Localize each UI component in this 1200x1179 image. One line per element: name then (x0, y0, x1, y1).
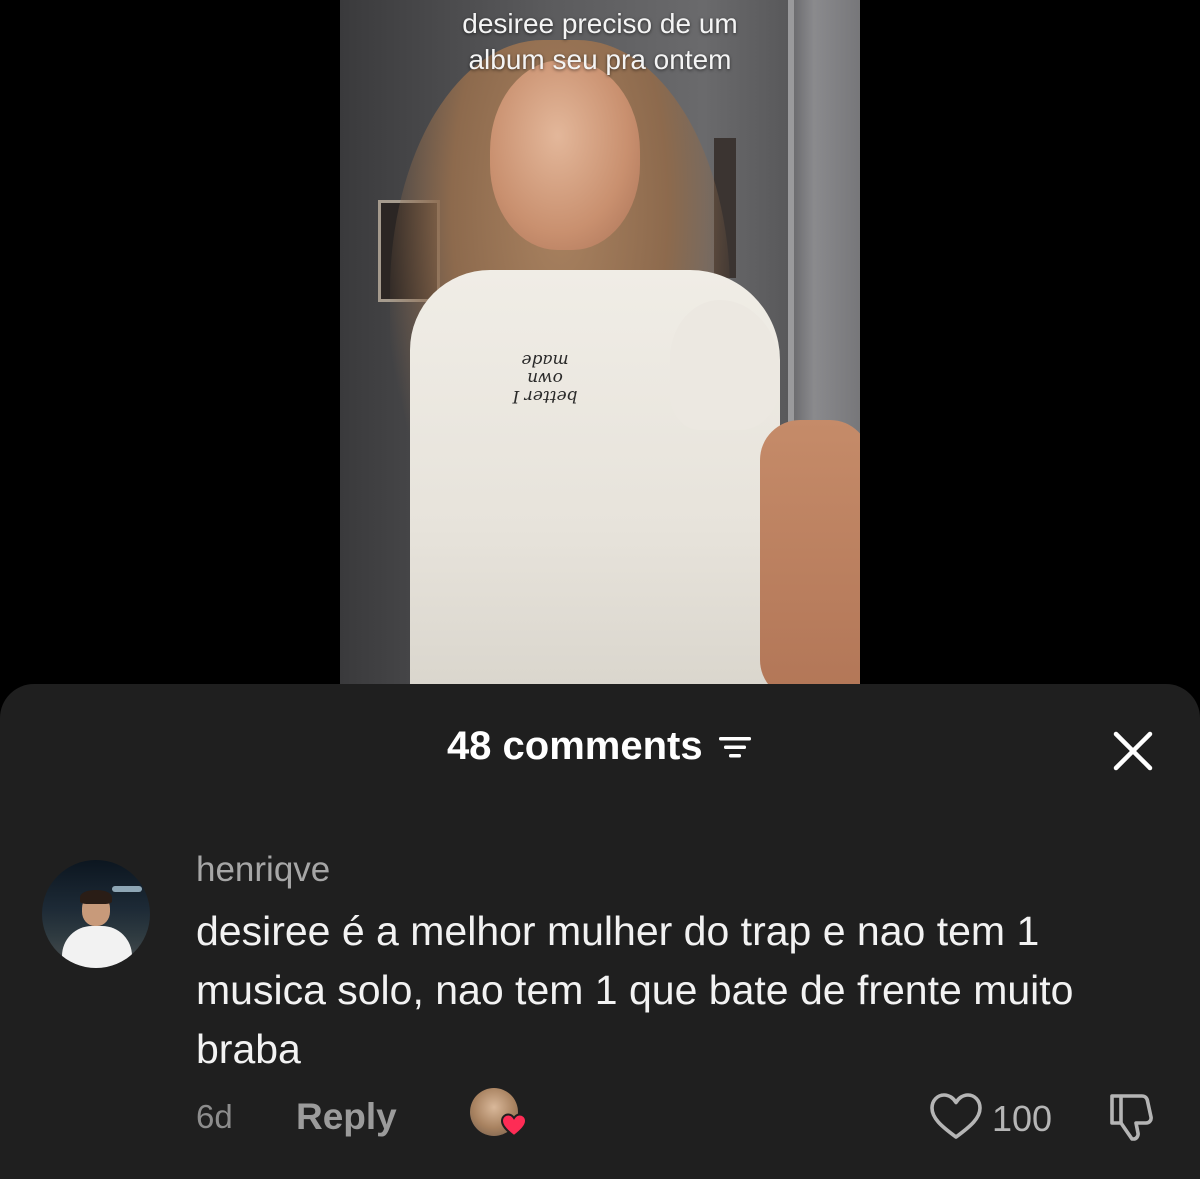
comment-actions: 6d Reply 100 (0, 1088, 1200, 1156)
comments-count-wrap[interactable]: 48 comments (0, 724, 1200, 769)
heart-icon (500, 1113, 528, 1138)
close-icon[interactable] (1110, 728, 1156, 774)
avatar-background-lights (112, 886, 142, 892)
person-face (490, 60, 640, 250)
liked-by-creator-badge (470, 1088, 528, 1142)
avatar-person-body (62, 926, 132, 968)
like-heart-icon[interactable] (928, 1090, 984, 1142)
comments-sheet: 48 comments henriqve desiree é a melhor … (0, 684, 1200, 1179)
avatar-person-hair (80, 890, 112, 904)
comment-text: desiree é a melhor mulher do trap e nao … (196, 908, 1074, 1072)
video-caption: desiree preciso de um album seu pra onte… (340, 6, 860, 78)
video-caption-line-2: album seu pra ontem (468, 44, 732, 75)
reply-button[interactable]: Reply (296, 1096, 397, 1138)
video-player[interactable]: better I own made (340, 0, 860, 700)
like-count: 100 (992, 1098, 1053, 1139)
person-arm (760, 420, 860, 700)
comment-username[interactable]: henriqve (196, 850, 330, 890)
comment-age: 6d (196, 1098, 233, 1135)
sort-filter-icon[interactable] (717, 733, 753, 761)
avatar[interactable] (42, 860, 150, 968)
video-caption-line-1: desiree preciso de um (462, 8, 738, 39)
comments-header: 48 comments (0, 684, 1200, 824)
comments-count-title: 48 comments (446, 724, 703, 768)
dislike-thumb-down-icon[interactable] (1104, 1090, 1160, 1144)
shirt-print-text: better I own made (512, 350, 578, 406)
